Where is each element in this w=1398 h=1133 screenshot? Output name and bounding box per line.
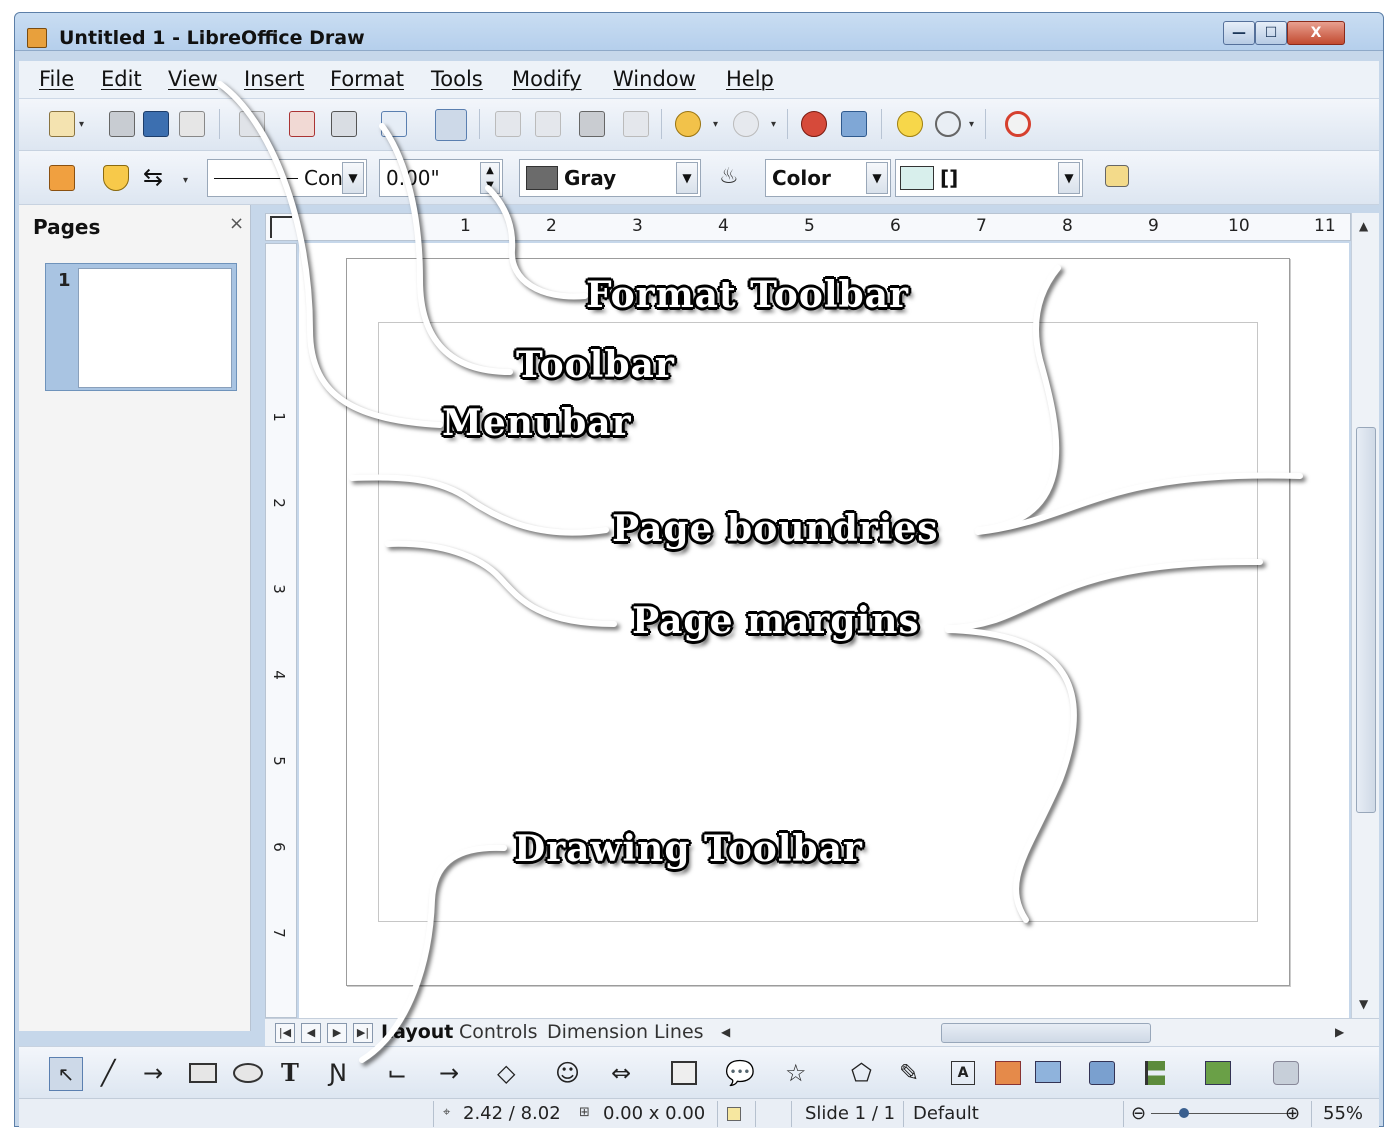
leader-margin-left: [385, 540, 617, 627]
leader-drawing-toolbar: [359, 844, 507, 1063]
callout-leader-lines: [217, 81, 1303, 1063]
leader-boundary-top: [975, 265, 1061, 533]
leader-menubar: [217, 81, 443, 428]
callout-format-toolbar: Format Toolbar: [586, 274, 909, 316]
leader-boundary-left: [349, 474, 609, 536]
leader-margin-bottom: [945, 627, 1078, 923]
callout-menubar: Menubar: [442, 402, 632, 444]
callout-drawing-toolbar: Drawing Toolbar: [514, 828, 863, 870]
callout-page-boundries: Page boundries: [612, 508, 939, 550]
callout-toolbar: Toolbar: [516, 344, 675, 386]
leader-margin-right: [945, 558, 1263, 631]
leader-format-toolbar: [485, 185, 588, 300]
leader-boundary-right: [975, 472, 1303, 535]
callout-page-margins: Page margins: [632, 600, 920, 642]
leader-toolbar: [379, 123, 513, 375]
